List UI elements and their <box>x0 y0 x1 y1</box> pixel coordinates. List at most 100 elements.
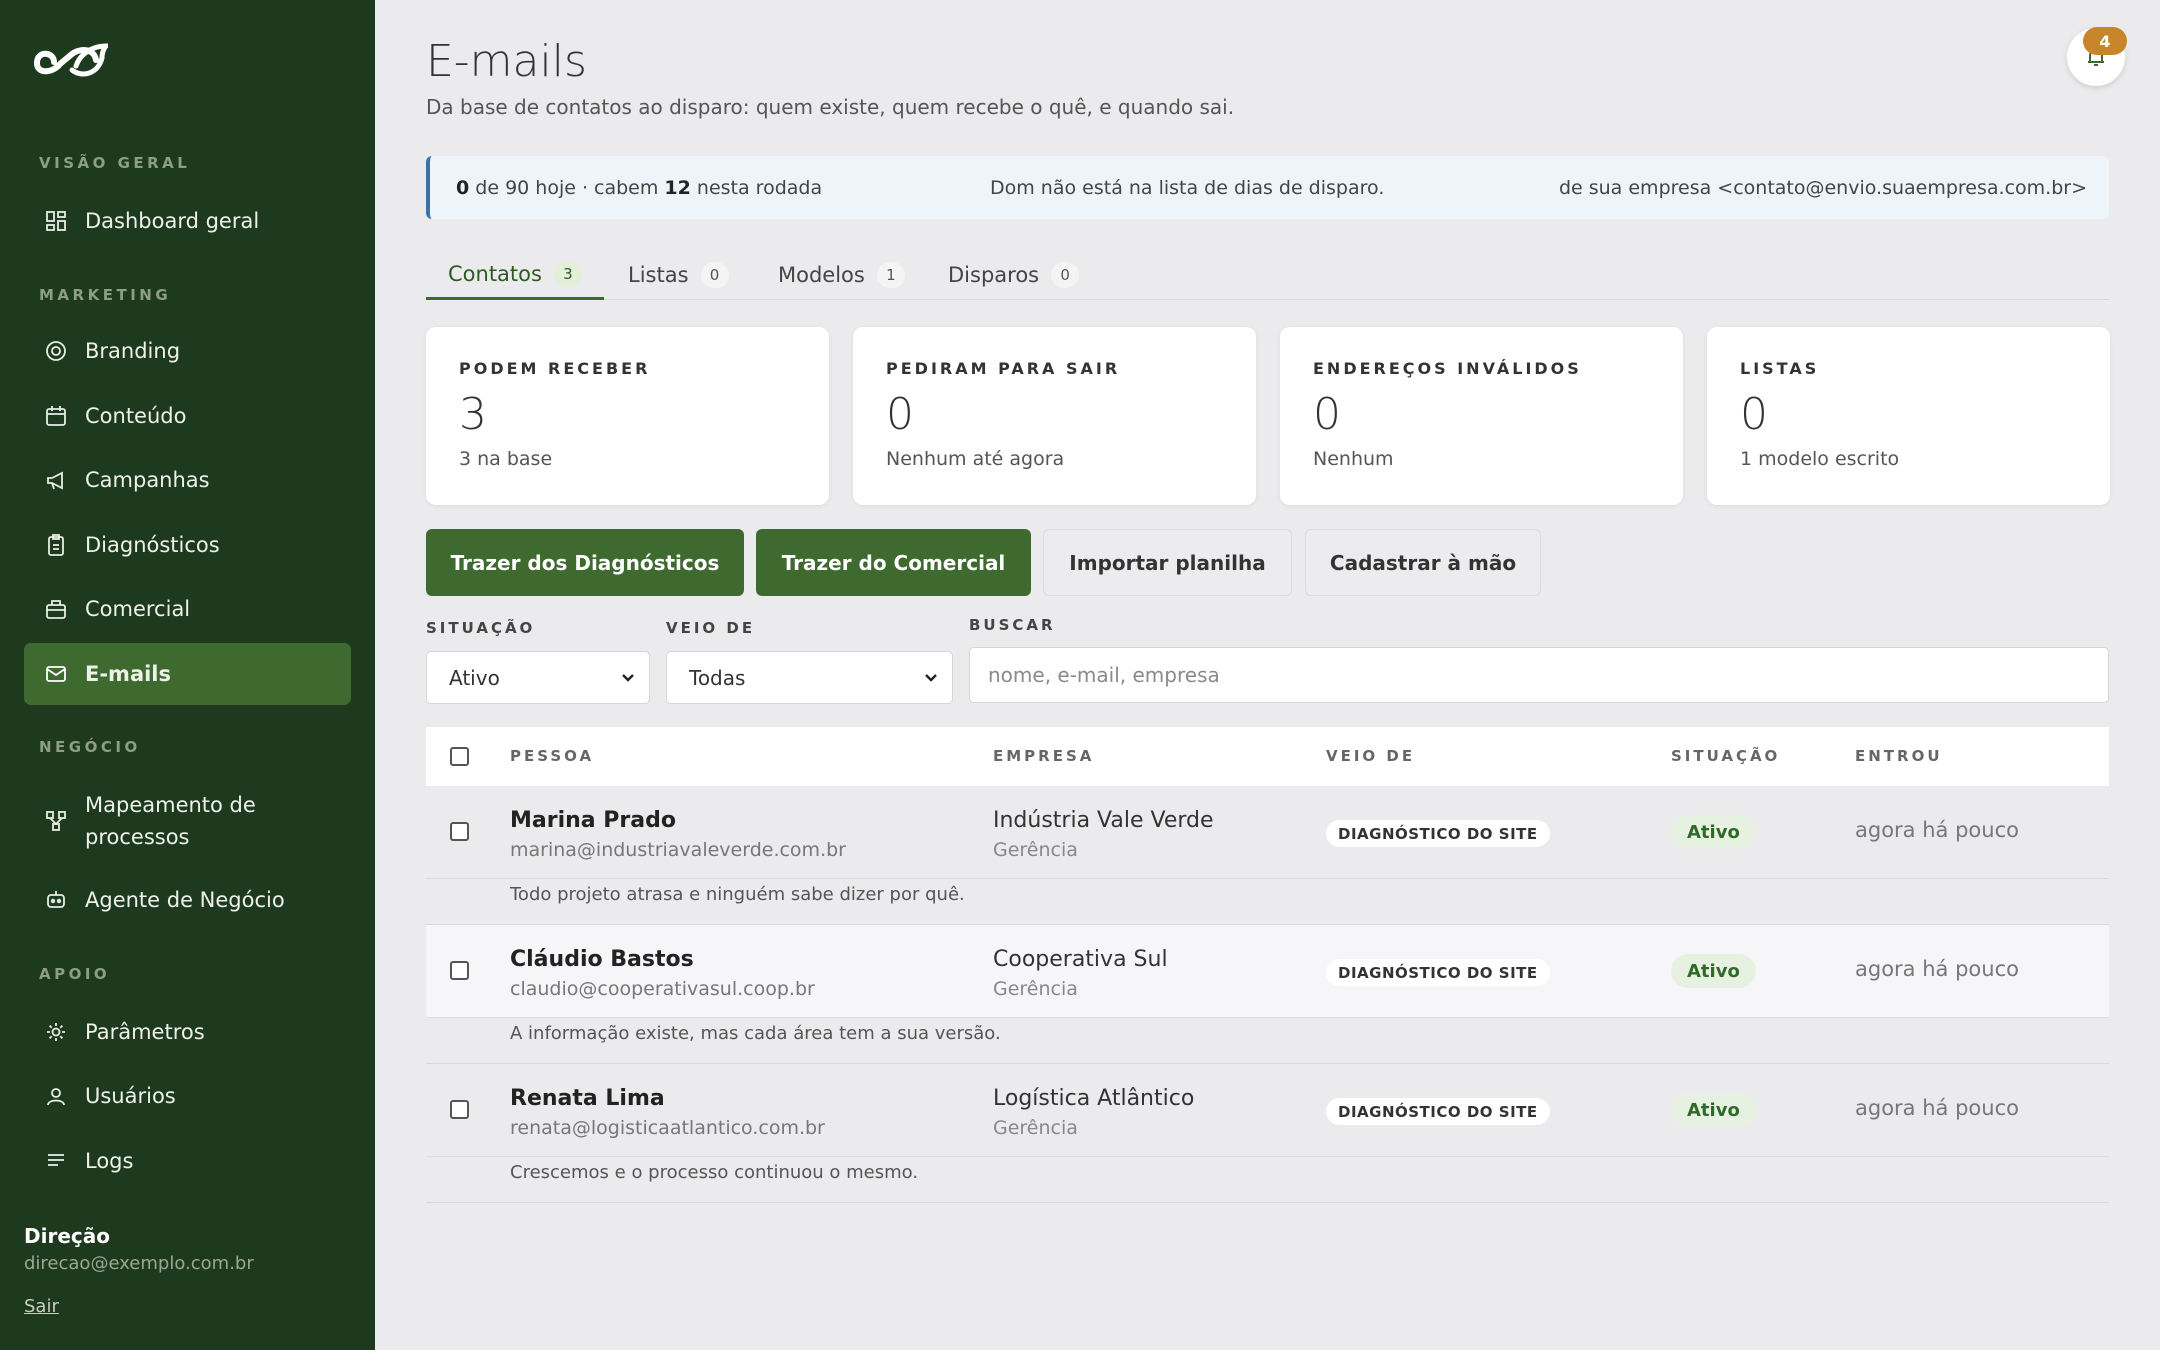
origin-filter-select[interactable]: Todas <box>666 651 953 704</box>
nav-section-marketing: MARKETING <box>39 286 172 304</box>
sidebar-item-parametros[interactable]: Parâmetros <box>24 1001 351 1063</box>
email-tabs: Contatos 3 Listas 0 Modelos 1 Disparos 0 <box>426 250 2109 300</box>
sidebar-item-dashboard[interactable]: Dashboard geral <box>24 190 351 252</box>
contact-note: Todo projeto atrasa e ninguém sabe dizer… <box>510 884 965 905</box>
nav-section-overview: VISÃO GERAL <box>39 154 191 172</box>
stat-label: PODEM RECEBER <box>459 359 651 378</box>
sidebar-item-label: Conteúdo <box>85 404 187 428</box>
status-filter-value: Ativo <box>449 665 500 690</box>
sidebar-item-label: Campanhas <box>85 468 210 492</box>
origin-filter-value: Todas <box>689 665 746 690</box>
sidebar-item-agente[interactable]: Agente de Negócio <box>24 869 351 931</box>
tab-count-badge: 1 <box>876 262 905 288</box>
sidebar-item-label: Usuários <box>85 1084 176 1108</box>
gear-icon <box>44 1020 68 1044</box>
contacts-table-header: PESSOA EMPRESA VEIO DE SITUAÇÃO ENTROU <box>426 727 2109 786</box>
search-input[interactable] <box>969 647 2109 703</box>
flow-icon <box>44 809 68 833</box>
row-checkbox[interactable] <box>450 1100 469 1119</box>
sidebar-item-label: E-mails <box>85 662 172 686</box>
sidebar-item-emails[interactable]: E-mails <box>24 643 351 705</box>
import-spreadsheet-button[interactable]: Importar planilha <box>1043 529 1292 596</box>
sidebar-item-label: Diagnósticos <box>85 533 220 557</box>
tab-label: Modelos <box>778 263 865 287</box>
tab-count-badge: 0 <box>1051 262 1080 288</box>
chevron-down-icon <box>925 674 937 682</box>
nav-section-negocio: NEGÓCIO <box>39 738 141 756</box>
clipboard-icon <box>44 533 68 557</box>
contact-note: Crescemos e o processo continuou o mesmo… <box>510 1162 919 1183</box>
import-from-commercial-button[interactable]: Trazer do Comercial <box>756 529 1031 596</box>
sidebar-item-label: Branding <box>85 339 181 363</box>
company-name: Logística Atlântico <box>993 1086 1195 1111</box>
table-row[interactable]: Marina Prado marina@industriavaleverde.c… <box>426 786 2109 925</box>
table-row[interactable]: Cláudio Bastos claudio@cooperativasul.co… <box>426 925 2109 1064</box>
chevron-down-icon <box>622 674 634 682</box>
status-filter-label: SITUAÇÃO <box>426 619 536 637</box>
sidebar-item-label: Parâmetros <box>85 1020 205 1044</box>
daily-quota-text: 0 de 90 hoje · cabem 12 nesta rodada <box>456 177 822 199</box>
sidebar-item-label: Mapeamento de processos <box>85 793 256 849</box>
tab-contatos[interactable]: Contatos 3 <box>426 250 604 300</box>
sidebar-item-campanhas[interactable]: Campanhas <box>24 449 351 511</box>
manual-register-button[interactable]: Cadastrar à mão <box>1305 529 1541 596</box>
contact-name: Marina Prado <box>510 808 676 833</box>
contact-name: Renata Lima <box>510 1086 665 1111</box>
mail-icon <box>44 662 68 686</box>
sidebar-item-branding[interactable]: Branding <box>24 320 351 382</box>
stat-card-invalid: ENDEREÇOS INVÁLIDOS 0 Nenhum <box>1280 327 1683 505</box>
table-row-main: Cláudio Bastos claudio@cooperativasul.co… <box>426 925 2109 1018</box>
table-row[interactable]: Renata Lima renata@logisticaatlantico.co… <box>426 1064 2109 1203</box>
entered-time: agora há pouco <box>1855 818 2019 842</box>
contact-name: Cláudio Bastos <box>510 947 694 972</box>
sidebar-item-usuarios[interactable]: Usuários <box>24 1065 351 1127</box>
tab-listas[interactable]: Listas 0 <box>628 250 729 300</box>
column-header-situacao: SITUAÇÃO <box>1671 747 1781 765</box>
status-badge: Ativo <box>1671 815 1756 849</box>
stat-label: LISTAS <box>1740 359 1820 378</box>
tab-count-badge: 3 <box>553 260 582 287</box>
table-row-main: Renata Lima renata@logisticaatlantico.co… <box>426 1064 2109 1157</box>
brand-logo-icon[interactable] <box>32 40 108 84</box>
row-checkbox[interactable] <box>450 961 469 980</box>
status-badge: Ativo <box>1671 1093 1756 1127</box>
stat-card-unsubscribed: PEDIRAM PARA SAIR 0 Nenhum até agora <box>853 327 1256 505</box>
target-icon <box>44 339 68 363</box>
stat-value: 3 <box>459 389 487 440</box>
import-from-diagnostics-button[interactable]: Trazer dos Diagnósticos <box>426 529 744 596</box>
briefcase-icon <box>44 597 68 621</box>
sidebar-item-mapeamento[interactable]: Mapeamento de processos <box>24 781 351 861</box>
sidebar-item-logs[interactable]: Logs <box>24 1130 351 1192</box>
calendar-icon <box>44 404 68 428</box>
select-all-checkbox[interactable] <box>450 747 469 766</box>
status-filter-select[interactable]: Ativo <box>426 651 650 704</box>
tab-label: Contatos <box>448 261 542 286</box>
contact-role: Gerência <box>993 1117 1078 1139</box>
notifications-count-badge: 4 <box>2083 27 2127 55</box>
stat-card-can-receive: PODEM RECEBER 3 3 na base <box>426 327 829 505</box>
stat-card-lists: LISTAS 0 1 modelo escrito <box>1707 327 2110 505</box>
tab-label: Listas <box>628 263 689 287</box>
origin-badge: DIAGNÓSTICO DO SITE <box>1326 1098 1550 1125</box>
contact-email: claudio@cooperativasul.coop.br <box>510 978 815 1000</box>
stat-label: PEDIRAM PARA SAIR <box>886 359 1121 378</box>
row-checkbox[interactable] <box>450 822 469 841</box>
current-user-name: Direção <box>24 1224 110 1248</box>
sidebar-item-conteudo[interactable]: Conteúdo <box>24 385 351 447</box>
user-icon <box>44 1084 68 1108</box>
tab-disparos[interactable]: Disparos 0 <box>948 250 1080 300</box>
contact-role: Gerência <box>993 839 1078 861</box>
contact-role: Gerência <box>993 978 1078 1000</box>
sidebar-item-diagnosticos[interactable]: Diagnósticos <box>24 514 351 576</box>
fit-this-round-count: 12 <box>664 176 691 199</box>
sidebar-item-comercial[interactable]: Comercial <box>24 578 351 640</box>
column-header-entrou: ENTROU <box>1855 747 1943 765</box>
column-header-pessoa: PESSOA <box>510 747 595 765</box>
stat-value: 0 <box>1740 389 1768 440</box>
sender-address-text: de sua empresa <contato@envio.suaempresa… <box>1558 176 2087 199</box>
status-badge: Ativo <box>1671 954 1756 988</box>
tab-modelos[interactable]: Modelos 1 <box>778 250 905 300</box>
nav-section-apoio: APOIO <box>39 965 111 983</box>
logout-link[interactable]: Sair <box>24 1296 59 1317</box>
origin-filter-label: VEIO DE <box>666 619 756 637</box>
